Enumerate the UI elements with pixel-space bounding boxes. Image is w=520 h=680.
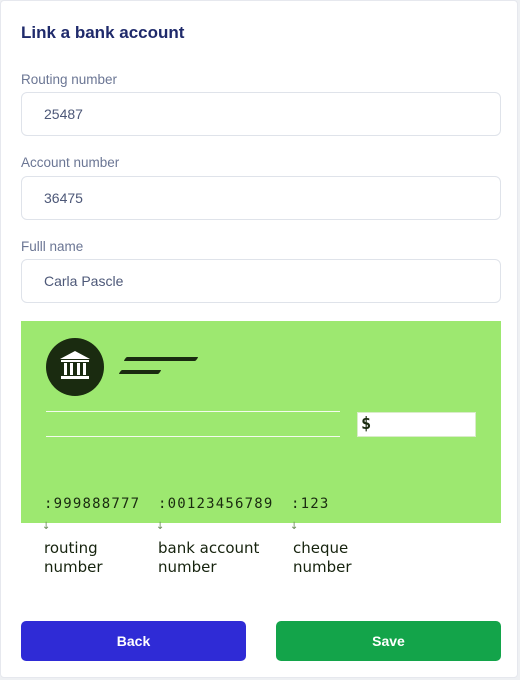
back-button[interactable]: Back [21, 621, 246, 661]
caption-line: cheque [293, 539, 349, 557]
cheque-arrow-icon: ↓ [290, 521, 299, 532]
bank-logo [46, 338, 104, 396]
caption-line: routing [44, 539, 98, 557]
account-number-input[interactable] [21, 176, 501, 220]
save-button[interactable]: Save [276, 621, 501, 661]
cheque-illustration: $ :999888777 :00123456789 :123 [21, 321, 501, 523]
routing-number-label: Routing number [21, 72, 118, 87]
caption-line: number [158, 558, 217, 576]
full-name-input[interactable] [21, 259, 501, 303]
caption-line: bank account [158, 539, 260, 557]
caption-line: number [44, 558, 103, 576]
cheque-number-caption: cheque number [293, 539, 352, 577]
micr-cheque-number: :123 [291, 496, 330, 512]
bank-name-mark [123, 357, 199, 361]
dollar-icon: $ [361, 414, 372, 434]
account-number-label: Account number [21, 155, 120, 170]
routing-number-input[interactable] [21, 92, 501, 136]
bank-account-number-caption: bank account number [158, 539, 259, 577]
caption-line: number [293, 558, 352, 576]
full-name-label: Fulll name [21, 239, 84, 254]
amount-box: $ [357, 412, 476, 437]
micr-routing-number: :999888777 [44, 496, 141, 512]
routing-number-caption: routing number [44, 539, 103, 577]
payee-line [46, 411, 340, 412]
micr-account-number: :00123456789 [158, 496, 274, 512]
bank-name-mark-short [118, 370, 162, 374]
routing-arrow-icon: ↓ [42, 521, 51, 532]
link-bank-account-card: Link a bank account Routing number Accou… [0, 0, 518, 678]
bank-icon [60, 351, 90, 379]
amount-words-line [46, 436, 340, 437]
account-arrow-icon: ↓ [156, 521, 165, 532]
page-title: Link a bank account [21, 23, 185, 42]
